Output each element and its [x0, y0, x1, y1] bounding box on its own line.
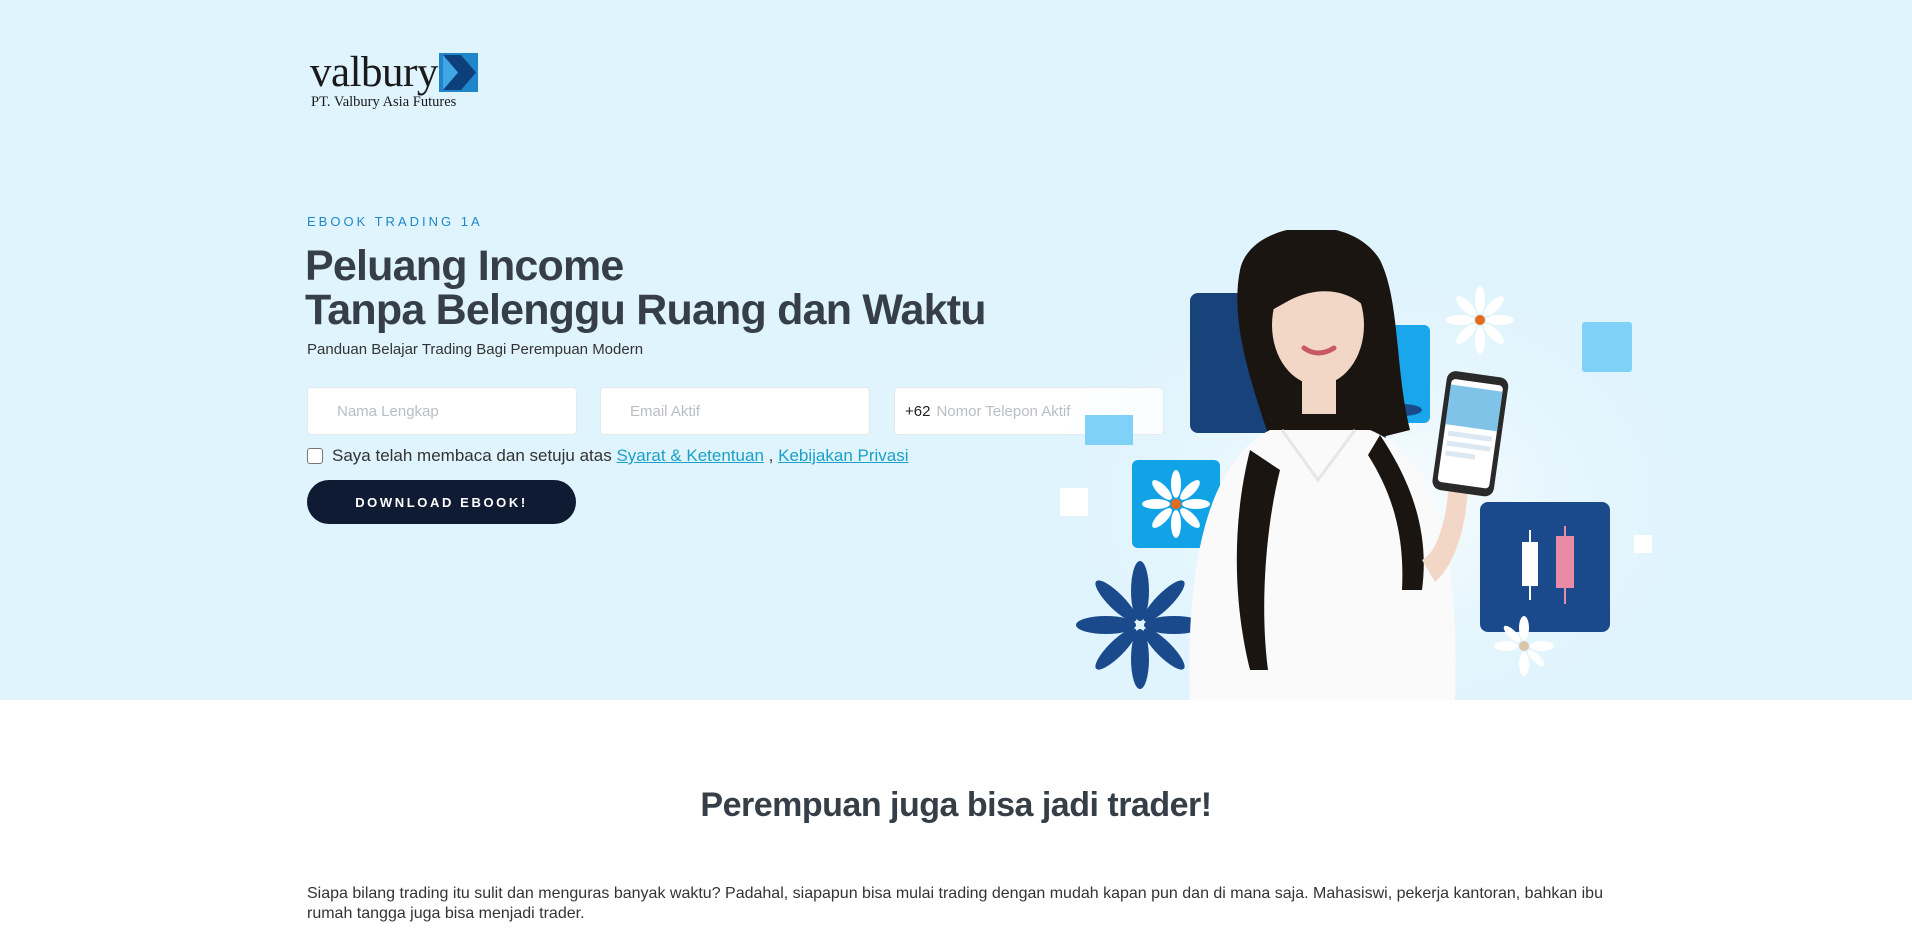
- consent-separator: ,: [768, 446, 774, 465]
- hero-title-line-1: Peluang Income: [305, 242, 624, 290]
- hero-title-line-2: Tanpa Belenggu Ruang dan Waktu: [305, 286, 987, 334]
- valbury-logo-icon: [439, 53, 478, 92]
- privacy-link[interactable]: Kebijakan Privasi: [778, 446, 908, 466]
- consent-text: Saya telah membaca dan setuju atas: [332, 446, 612, 465]
- logo-wordmark: valbury: [310, 49, 438, 96]
- valbury-logo[interactable]: valbury PT. Valbury Asia Futures: [310, 50, 480, 112]
- email-field[interactable]: Email Aktif: [600, 387, 870, 435]
- download-ebook-button[interactable]: DOWNLOAD EBOOK!: [307, 480, 576, 524]
- tile-chart-bottom: [1480, 502, 1610, 632]
- hero-title: Peluang Income Tanpa Belenggu Ruang dan …: [305, 242, 987, 334]
- tile-light-square: [1582, 322, 1632, 372]
- hero-illustration: [1060, 230, 1690, 700]
- consent-checkbox[interactable]: [307, 448, 323, 464]
- terms-link[interactable]: Syarat & Ketentuan: [616, 446, 763, 466]
- section-title: Perempuan juga bisa jadi trader!: [700, 786, 1212, 824]
- name-field[interactable]: Nama Lengkap: [307, 387, 577, 435]
- logo-company-name: PT. Valbury Asia Futures: [311, 94, 457, 110]
- section-body: Siapa bilang trading itu sulit dan mengu…: [307, 885, 1603, 922]
- hero-section: valbury PT. Valbury Asia Futures EBOOK T…: [0, 0, 1912, 700]
- name-field-placeholder: Nama Lengkap: [337, 402, 439, 420]
- email-field-placeholder: Email Aktif: [630, 402, 701, 420]
- hero-subtitle: Panduan Belajar Trading Bagi Perempuan M…: [307, 341, 644, 358]
- phone-prefix: +62: [905, 402, 931, 420]
- consent-row: Saya telah membaca dan setuju atas Syara…: [307, 446, 909, 466]
- hero-eyebrow: EBOOK TRADING 1A: [307, 214, 483, 229]
